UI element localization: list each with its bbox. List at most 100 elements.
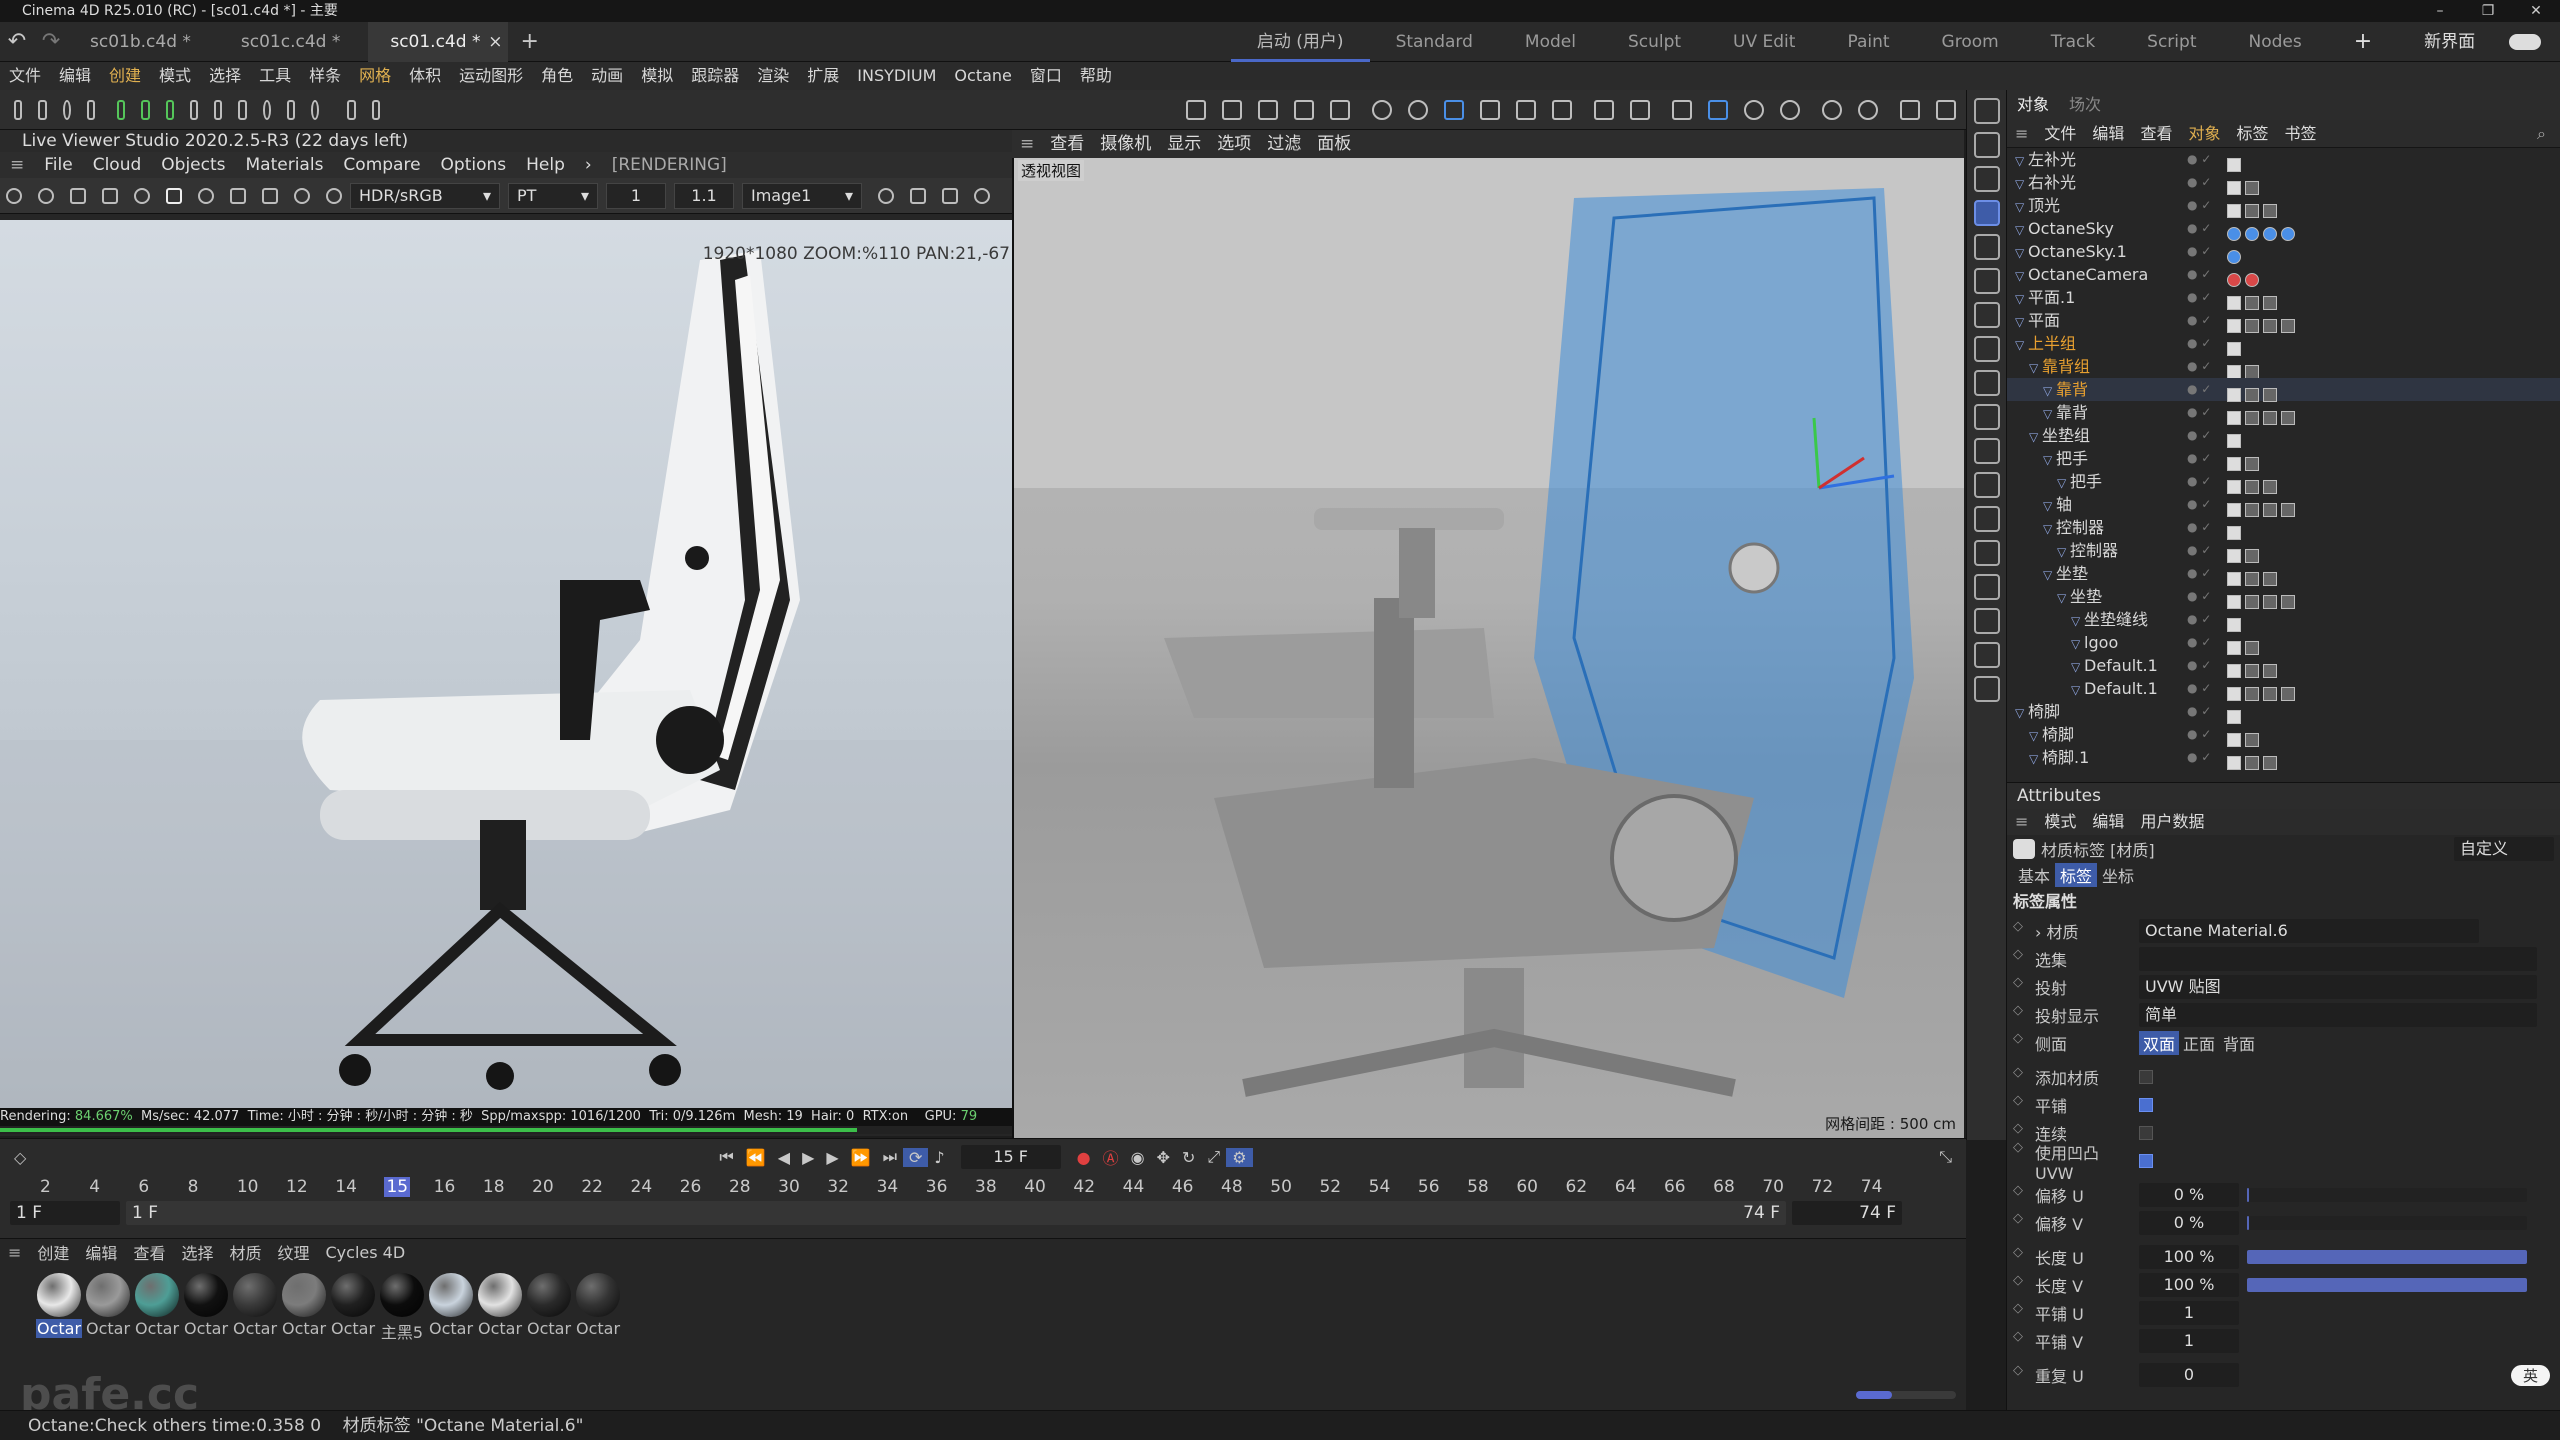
offset-v-input[interactable]: 0 % <box>2139 1211 2239 1235</box>
material-swatch[interactable]: Octar <box>526 1273 572 1338</box>
attr-hamburger-icon[interactable]: ≡ <box>2007 809 2036 835</box>
solo-hierarchy-icon[interactable] <box>1779 99 1800 120</box>
material-tag-icon[interactable] <box>2281 226 2295 241</box>
material-tag-icon[interactable] <box>2227 617 2241 632</box>
doc-tab-sc01b[interactable]: sc01b.c4d * <box>68 22 219 62</box>
loop-select-icon[interactable] <box>1973 166 2000 192</box>
material-tag-icon[interactable] <box>2281 502 2295 517</box>
object-row[interactable]: ▽ 右补光 ● ✓ <box>2007 171 2560 195</box>
material-tag-icon[interactable] <box>2263 502 2277 517</box>
menu-file[interactable]: 文件 <box>0 62 50 90</box>
material-tag-icon[interactable] <box>2227 364 2241 379</box>
autokey-icon[interactable]: Ⓐ <box>1097 1145 1125 1169</box>
object-row[interactable]: ▽ 坐垫 ● ✓ <box>2007 585 2560 609</box>
pick-material-icon[interactable] <box>294 187 310 204</box>
subtab-tag[interactable]: 标签 <box>2055 863 2098 887</box>
selection-field[interactable] <box>2139 947 2537 971</box>
visibility-toggle-icon[interactable]: ● ✓ <box>2187 447 2211 470</box>
mm-menu-view[interactable]: 查看 <box>125 1240 173 1264</box>
cube-tool-icon[interactable] <box>1973 438 2000 464</box>
field-icon[interactable] <box>214 99 223 120</box>
settings-icon[interactable] <box>134 187 150 204</box>
viewport-hamburger-icon[interactable]: ≡ <box>1012 130 1042 158</box>
repeat-u-input[interactable]: 0 <box>2139 1363 2239 1387</box>
object-row[interactable]: ▽ 把手 ● ✓ <box>2007 447 2560 471</box>
visibility-toggle-icon[interactable]: ● ✓ <box>2187 539 2211 562</box>
material-tag-icon[interactable] <box>2263 318 2277 333</box>
current-frame-field[interactable]: 15 F <box>960 1145 1061 1169</box>
menu-extensions[interactable]: 扩展 <box>798 62 848 90</box>
film-region-icon[interactable] <box>262 187 278 204</box>
object-row[interactable]: ▽ OctaneSky ● ✓ <box>2007 217 2560 241</box>
subtab-basic[interactable]: 基本 <box>2013 863 2055 887</box>
move-tool-icon[interactable] <box>1973 200 2000 226</box>
layer-spinner[interactable]: 1 <box>606 182 666 209</box>
maximize-button[interactable]: ❐ <box>2464 0 2512 22</box>
layout-standard[interactable]: Standard <box>1370 22 1499 62</box>
om-menu-bookmarks[interactable]: 书签 <box>2276 120 2324 148</box>
environment-icon[interactable] <box>262 99 271 120</box>
compare-icon[interactable] <box>878 187 894 204</box>
material-tag-icon[interactable] <box>2263 226 2277 241</box>
lv-menu-compare[interactable]: Compare <box>333 152 430 178</box>
lv-menu-objects[interactable]: Objects <box>151 152 235 178</box>
pen-tool-icon[interactable] <box>1973 302 2000 328</box>
material-swatch[interactable]: 主黑5 <box>379 1273 425 1343</box>
material-swatch[interactable]: Octar <box>281 1273 327 1338</box>
go-to-start-icon[interactable]: ⏮ <box>713 1147 739 1167</box>
offset-v-slider[interactable] <box>2247 1216 2527 1230</box>
visibility-toggle-icon[interactable]: ● ✓ <box>2187 309 2211 332</box>
object-row[interactable]: ▽ 控制器 ● ✓ <box>2007 539 2560 563</box>
attr-menu-mode[interactable]: 模式 <box>2036 809 2084 835</box>
visibility-toggle-icon[interactable]: ● ✓ <box>2187 171 2211 194</box>
workplane-icon[interactable] <box>371 99 380 120</box>
visibility-toggle-icon[interactable]: ● ✓ <box>2187 677 2211 700</box>
layout-script[interactable]: Script <box>2121 22 2222 62</box>
menu-volume[interactable]: 体积 <box>400 62 450 90</box>
material-tag-icon[interactable] <box>2245 456 2259 471</box>
object-row[interactable]: ▽ OctaneCamera ● ✓ <box>2007 263 2560 287</box>
image-select[interactable]: Image1 ▾ <box>742 182 862 209</box>
menu-tools[interactable]: 工具 <box>250 62 300 90</box>
om-menu-tags[interactable]: 标签 <box>2228 120 2276 148</box>
next-frame-icon[interactable]: ▶ <box>820 1148 844 1167</box>
object-row[interactable]: ▽ 平面.1 ● ✓ <box>2007 286 2560 310</box>
mm-menu-create[interactable]: 创建 <box>29 1240 77 1264</box>
layout-startup[interactable]: 启动 (用户) <box>1230 22 1370 62</box>
visibility-toggle-icon[interactable]: ● ✓ <box>2187 263 2211 286</box>
toggle-switch[interactable] <box>2509 33 2542 50</box>
material-tag-icon[interactable] <box>2227 272 2241 287</box>
material-tag-icon[interactable] <box>2263 387 2277 402</box>
material-swatch[interactable]: Octar <box>36 1273 82 1338</box>
stop-render-icon[interactable] <box>102 187 118 204</box>
render-image[interactable]: 1920*1080 ZOOM:%110 PAN:21,-67 <box>0 220 1012 1108</box>
material-tag-icon[interactable] <box>2227 295 2241 310</box>
axis-y-icon[interactable] <box>1257 99 1278 120</box>
doc-tab-sc01[interactable]: sc01.c4d * × <box>368 21 509 62</box>
om-menu-view[interactable]: 查看 <box>2132 120 2180 148</box>
menu-spline[interactable]: 样条 <box>300 62 350 90</box>
object-row[interactable]: ▽ 靠背 ● ✓ <box>2007 401 2560 425</box>
layout-groom[interactable]: Groom <box>1916 22 2025 62</box>
object-row[interactable]: ▽ 顶光 ● ✓ <box>2007 194 2560 218</box>
material-tag-icon[interactable] <box>2245 410 2259 425</box>
menu-window[interactable]: 窗口 <box>1021 62 1071 90</box>
visibility-toggle-icon[interactable]: ● ✓ <box>2187 654 2211 677</box>
vp-menu-panel[interactable]: 面板 <box>1309 130 1359 158</box>
box-tool-icon[interactable] <box>1973 608 2000 634</box>
generator-icon[interactable] <box>165 99 174 120</box>
octane-live-icon[interactable] <box>1821 99 1842 120</box>
render-region-icon[interactable] <box>1185 99 1206 120</box>
menu-tracker[interactable]: 跟踪器 <box>682 62 748 90</box>
object-row[interactable]: ▽ lgoo ● ✓ <box>2007 631 2560 655</box>
om-hamburger-icon[interactable]: ≡ <box>2007 120 2036 148</box>
model-mode-icon[interactable] <box>14 99 23 120</box>
doc-tab-sc01c[interactable]: sc01c.c4d * <box>219 22 368 62</box>
object-row[interactable]: ▽ 控制器 ● ✓ <box>2007 516 2560 540</box>
object-row[interactable]: ▽ 上半组 ● ✓ <box>2007 332 2560 356</box>
record-icon[interactable]: ● <box>1071 1148 1097 1167</box>
end-frame-field[interactable]: 74 F <box>1792 1201 1902 1225</box>
position-key-icon[interactable]: ✥ <box>1151 1148 1176 1167</box>
colorspace-select[interactable]: HDR/sRGB ▾ <box>350 182 500 209</box>
menu-character[interactable]: 角色 <box>532 62 582 90</box>
